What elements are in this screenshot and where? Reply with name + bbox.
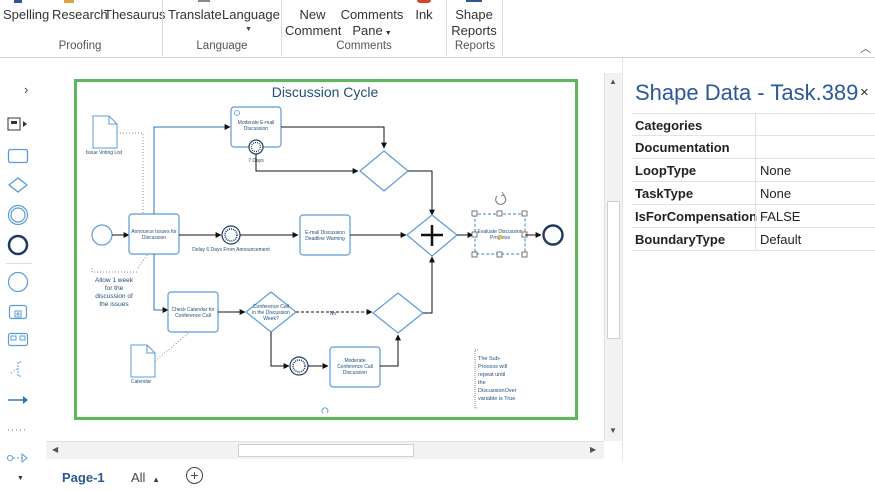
tab-all-label: All — [131, 470, 146, 485]
allow-week-note-2: for the — [105, 285, 124, 292]
timer-icon — [224, 228, 238, 242]
announce-issues-label-2: Discussion — [142, 235, 166, 241]
diagram-drawing[interactable]: Discussion Cycle Issue Voting List Annou… — [0, 0, 620, 441]
shape-data-panel: Shape Data - Task.389 × Categories Docum… — [622, 58, 875, 461]
shape-data-value[interactable]: None — [760, 163, 791, 178]
subprocess-note-6: variable is True — [478, 396, 515, 402]
chevron-up-icon: ▲ — [152, 475, 160, 484]
shape-data-key: TaskType — [635, 186, 694, 201]
shape-data-title: Shape Data - Task.389 — [635, 80, 859, 105]
cell-divider — [755, 182, 756, 205]
loop-marker-icon — [321, 407, 329, 414]
shape-data-row[interactable]: BoundaryType Default — [632, 228, 875, 251]
sequence-flow — [270, 332, 290, 369]
check-calendar-label-2: Conference Call — [175, 313, 211, 319]
shape-data-value[interactable]: Default — [760, 232, 801, 247]
diagram-title: Discussion Cycle — [272, 84, 379, 100]
start-event[interactable] — [91, 224, 113, 246]
sequence-flow — [153, 124, 231, 214]
panel-left-border — [622, 58, 623, 461]
cell-divider — [755, 114, 756, 137]
shape-data-key: Documentation — [635, 140, 730, 155]
horizontal-scrollbar[interactable]: ◀ ▶ — [46, 441, 604, 459]
horizontal-scroll-thumb[interactable] — [238, 444, 414, 457]
page-tab-bar: Page-1 All ▲ + — [40, 461, 875, 491]
sequence-flow — [380, 334, 401, 367]
add-page-button[interactable]: + — [186, 467, 203, 484]
cell-divider — [755, 159, 756, 182]
timer-icon — [292, 359, 306, 373]
calendar-document[interactable] — [130, 344, 156, 378]
no-label: No — [330, 311, 337, 317]
scroll-left-icon[interactable]: ◀ — [52, 445, 58, 454]
association-line — [117, 132, 144, 215]
allow-week-note-4: the issues — [99, 301, 129, 308]
annotation-bracket — [91, 268, 138, 273]
shape-data-row[interactable]: IsForCompensation FALSE — [632, 205, 875, 228]
close-icon[interactable]: × — [860, 84, 869, 101]
issue-voting-list-label: Issue Voting List — [86, 150, 123, 156]
plus-icon: + — [190, 467, 199, 483]
end-event[interactable] — [542, 224, 564, 246]
issue-voting-list-document[interactable] — [92, 115, 118, 149]
sequence-flow — [153, 254, 169, 313]
moderate-email-label-2: Discussion — [244, 126, 268, 132]
association-line — [137, 253, 149, 269]
subprocess-note-2: Process will — [478, 364, 507, 370]
shape-data-row[interactable]: LoopType None — [632, 159, 875, 182]
subprocess-note-1: The Sub- — [478, 356, 501, 362]
email-deadline-label-2: Deadline Warning — [305, 236, 345, 242]
tab-page-1[interactable]: Page-1 — [62, 470, 105, 485]
rotation-handle-icon[interactable] — [495, 191, 507, 205]
shape-data-key: IsForCompensation — [635, 209, 758, 224]
shape-data-value[interactable]: None — [760, 186, 791, 201]
association-line — [154, 331, 191, 362]
stencil-message-flow-icon[interactable] — [6, 447, 30, 469]
shape-data-row[interactable]: TaskType None — [632, 182, 875, 205]
collapse-ribbon-icon[interactable]: ︿ — [860, 40, 871, 56]
sequence-flow — [281, 126, 387, 149]
shape-data-row[interactable]: Documentation — [632, 136, 875, 159]
sequence-flow — [255, 154, 359, 174]
shape-data-key: LoopType — [635, 163, 697, 178]
cell-divider — [755, 136, 756, 159]
shape-data-key: Categories — [635, 118, 703, 133]
upper-gateway[interactable] — [359, 150, 409, 192]
sequence-flow — [408, 170, 435, 216]
calendar-label: Calendar — [131, 379, 152, 385]
tab-all[interactable]: All ▲ — [131, 470, 160, 485]
shape-data-row[interactable]: Categories — [632, 113, 875, 137]
lower-gateway[interactable] — [372, 292, 424, 334]
conf-question-label-3: Week? — [263, 316, 279, 322]
allow-week-note-1: Allow 1 week — [95, 277, 134, 284]
allow-week-note-3: discussion of — [95, 293, 133, 300]
subprocess-note-4: the — [478, 380, 486, 386]
yellow-handle[interactable] — [497, 234, 503, 240]
moderate-conf-label-3: Discussion — [343, 370, 367, 376]
timer-icon — [250, 141, 262, 153]
subprocess-note-3: repeat until — [478, 372, 505, 378]
delay-label: Delay 6 Days From Announcement — [192, 247, 270, 253]
shape-data-key: BoundaryType — [635, 232, 726, 247]
cell-divider — [755, 205, 756, 228]
cell-divider — [755, 228, 756, 251]
shape-data-value[interactable]: FALSE — [760, 209, 800, 224]
subprocess-note-5: DiscussionOver — [478, 388, 517, 394]
sequence-flow — [423, 256, 435, 314]
stencil-scroll-down-icon[interactable]: ▼ — [17, 475, 24, 482]
scroll-right-icon[interactable]: ▶ — [590, 445, 596, 454]
